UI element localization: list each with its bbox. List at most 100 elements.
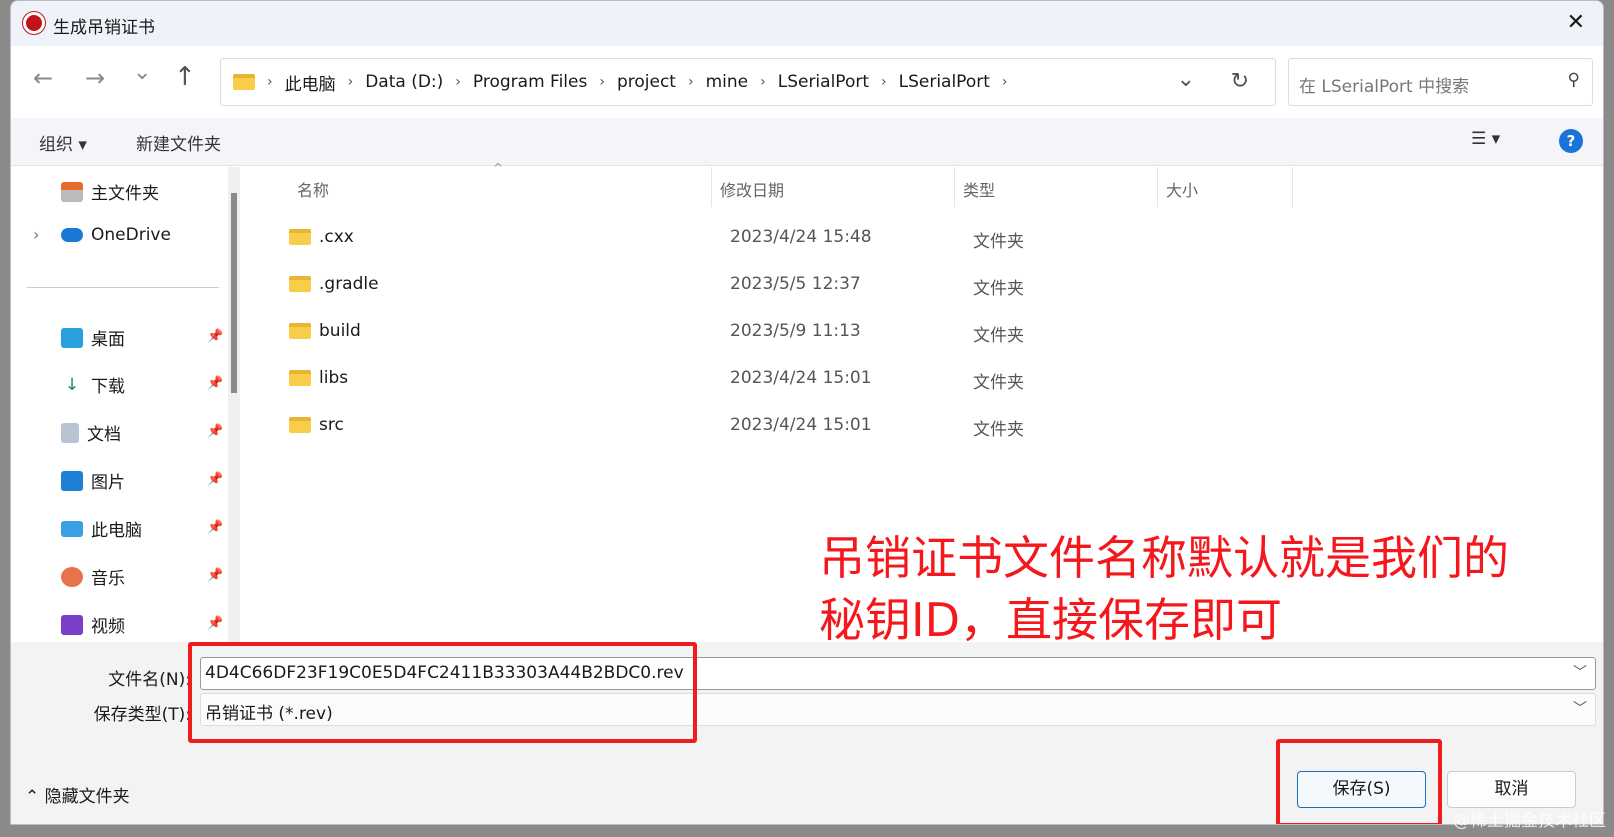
column-header-date[interactable]: 修改日期 xyxy=(720,177,784,201)
sidebar-item-label: 图片 xyxy=(91,473,125,493)
file-date: 2023/5/5 12:37 xyxy=(730,274,861,294)
navigation-row: ← → ⌄ ↑ › 此电脑 › Data (D:) › Program Files ›… xyxy=(11,46,1603,118)
sidebar-scrollbar[interactable] xyxy=(228,167,240,642)
chevron-right-icon: › xyxy=(881,74,887,90)
organize-menu[interactable]: 组织 ▾ xyxy=(39,130,87,155)
file-name: .cxx xyxy=(319,227,354,247)
breadcrumb-item[interactable]: mine xyxy=(706,72,749,92)
cloud-icon xyxy=(61,228,83,242)
pictures-icon xyxy=(61,470,83,491)
chevron-up-icon: ⌃ xyxy=(25,787,45,807)
app-icon xyxy=(23,12,45,34)
pin-icon: 📌 xyxy=(207,616,224,631)
sidebar-item-label: 此电脑 xyxy=(91,521,142,541)
file-date: 2023/4/24 15:48 xyxy=(730,227,872,247)
column-header-type[interactable]: 类型 xyxy=(963,177,995,201)
sidebar-item-desktop[interactable]: 桌面 xyxy=(61,325,125,350)
address-bar[interactable]: › 此电脑 › Data (D:) › Program Files › project… xyxy=(220,58,1276,106)
sidebar-item-documents[interactable]: 文档 xyxy=(61,420,121,445)
file-row[interactable]: build 2023/5/9 11:13 文件夹 xyxy=(261,311,1601,351)
computer-icon xyxy=(61,520,83,537)
file-row[interactable]: libs 2023/4/24 15:01 文件夹 xyxy=(261,358,1601,398)
pin-icon: 📌 xyxy=(207,520,224,535)
folder-icon xyxy=(289,417,311,433)
file-name: src xyxy=(319,415,344,435)
divider xyxy=(27,287,219,288)
sidebar-item-label: 主文件夹 xyxy=(91,184,159,204)
sidebar-item-label: OneDrive xyxy=(91,225,171,245)
title-bar: 生成吊销证书 ✕ xyxy=(11,1,1603,46)
column-header-name[interactable]: 名称 xyxy=(297,177,329,201)
new-folder-button[interactable]: 新建文件夹 xyxy=(136,130,221,155)
document-icon xyxy=(61,422,79,443)
column-divider xyxy=(1292,167,1293,207)
back-button[interactable]: ← xyxy=(33,64,53,92)
sidebar-item-music[interactable]: 音乐 xyxy=(61,564,125,589)
pin-icon: 📌 xyxy=(207,472,224,487)
column-divider xyxy=(711,167,712,207)
column-divider xyxy=(954,167,955,207)
breadcrumb-item[interactable]: LSerialPort xyxy=(899,72,990,92)
sidebar-item-pictures[interactable]: 图片 xyxy=(61,468,125,493)
file-name: build xyxy=(319,321,361,341)
annotation-text: 吊销证书文件名称默认就是我们的 xyxy=(819,531,1509,585)
refresh-button[interactable]: ↻ xyxy=(1231,69,1249,94)
sidebar-item-label: 文档 xyxy=(87,425,121,445)
pin-icon: 📌 xyxy=(207,568,224,583)
expand-chevron-icon[interactable]: › xyxy=(33,225,39,244)
file-row[interactable]: .gradle 2023/5/5 12:37 文件夹 xyxy=(261,264,1601,304)
save-dialog: 生成吊销证书 ✕ ← → ⌄ ↑ › 此电脑 › Data (D:) › Progr… xyxy=(10,0,1604,825)
file-type: 文件夹 xyxy=(973,373,1024,393)
chevron-down-icon[interactable]: ﹀ xyxy=(1573,698,1587,718)
sidebar-item-videos[interactable]: 视频 xyxy=(61,612,125,637)
breadcrumb-item[interactable]: Data (D:) xyxy=(365,72,443,92)
pin-icon: 📌 xyxy=(207,329,224,344)
file-type: 文件夹 xyxy=(973,279,1024,299)
chevron-right-icon: › xyxy=(687,74,694,90)
highlight-box xyxy=(1276,739,1442,824)
filename-label: 文件名(N): xyxy=(108,670,191,690)
chevron-down-icon[interactable]: ﹀ xyxy=(1573,662,1587,682)
folder-icon xyxy=(289,276,311,292)
folder-icon xyxy=(233,74,255,90)
recent-locations-button[interactable]: ⌄ xyxy=(133,60,151,85)
file-date: 2023/4/24 15:01 xyxy=(730,368,872,388)
view-options-button[interactable]: ☰ ▾ xyxy=(1471,129,1500,149)
sidebar-item-downloads[interactable]: ↓ 下载 xyxy=(61,372,125,398)
sidebar-item-this-pc[interactable]: 此电脑 xyxy=(61,516,142,541)
sidebar-item-onedrive[interactable]: OneDrive xyxy=(61,225,171,245)
download-icon: ↓ xyxy=(64,374,80,395)
search-icon: ⚲ xyxy=(1567,70,1580,90)
desktop-icon xyxy=(61,327,83,348)
breadcrumb-item[interactable]: LSerialPort xyxy=(778,72,869,92)
address-dropdown-button[interactable]: ⌄ xyxy=(1177,67,1195,92)
chevron-right-icon: › xyxy=(267,74,273,90)
breadcrumb-item[interactable]: Program Files xyxy=(473,72,587,92)
hide-folders-toggle[interactable]: ⌃ 隐藏文件夹 xyxy=(25,782,130,807)
chevron-right-icon: › xyxy=(347,74,354,90)
home-icon xyxy=(61,181,83,202)
file-type: 文件夹 xyxy=(973,232,1024,252)
forward-button[interactable]: → xyxy=(85,64,105,92)
command-bar: 组织 ▾ 新建文件夹 ☰ ▾ ? xyxy=(11,118,1603,166)
help-button[interactable]: ? xyxy=(1559,129,1583,153)
breadcrumb-item[interactable]: 此电脑 xyxy=(285,70,336,95)
filetype-label: 保存类型(T): xyxy=(93,705,191,725)
search-input[interactable]: 在 LSerialPort 中搜索 ⚲ xyxy=(1288,58,1593,106)
pin-icon: 📌 xyxy=(207,424,224,439)
up-button[interactable]: ↑ xyxy=(174,62,196,92)
window-title: 生成吊销证书 xyxy=(53,18,155,38)
file-type: 文件夹 xyxy=(973,420,1024,440)
cancel-button[interactable]: 取消 xyxy=(1447,771,1576,808)
chevron-right-icon: › xyxy=(760,74,766,90)
column-header-size[interactable]: 大小 xyxy=(1166,177,1198,201)
column-divider xyxy=(1157,167,1158,207)
sidebar-item-label: 桌面 xyxy=(91,330,125,350)
file-row[interactable]: .cxx 2023/4/24 15:48 文件夹 xyxy=(261,217,1601,257)
breadcrumb-item[interactable]: project xyxy=(617,72,676,92)
file-name: libs xyxy=(319,368,349,388)
file-row[interactable]: src 2023/4/24 15:01 文件夹 xyxy=(261,405,1601,445)
sidebar-item-home[interactable]: 主文件夹 xyxy=(61,179,159,204)
close-button[interactable]: ✕ xyxy=(1567,10,1585,35)
file-type: 文件夹 xyxy=(973,326,1024,346)
